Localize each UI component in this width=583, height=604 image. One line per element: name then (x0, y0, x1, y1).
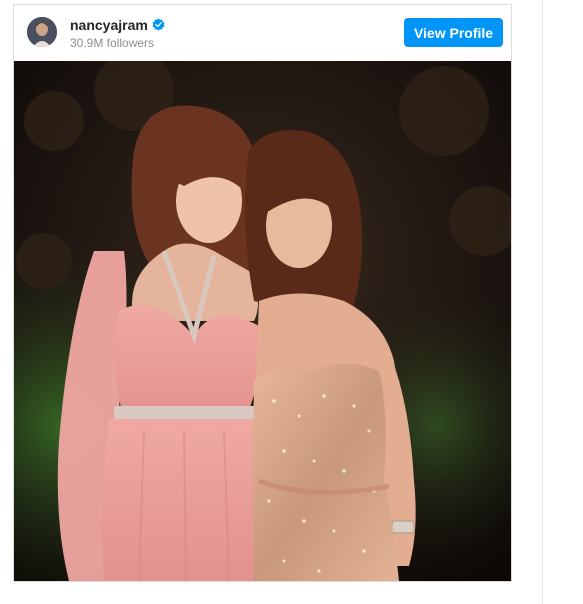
post-photo[interactable] (14, 61, 511, 581)
view-profile-button[interactable]: View Profile (404, 18, 503, 47)
verified-badge-icon (152, 18, 165, 31)
post-photo-illustration (14, 61, 511, 581)
avatar-image (27, 17, 57, 47)
username-link[interactable]: nancyajram (70, 17, 148, 33)
avatar[interactable] (27, 17, 57, 47)
user-info: nancyajram 30.9M followers (70, 16, 165, 50)
embed-header: nancyajram 30.9M followers View Profile (14, 5, 511, 59)
page-edge-divider (542, 0, 543, 604)
followers-count: 30.9M followers (70, 36, 155, 50)
name-row: nancyajram (70, 16, 165, 33)
instagram-embed-card: nancyajram 30.9M followers View Profile (13, 4, 512, 582)
